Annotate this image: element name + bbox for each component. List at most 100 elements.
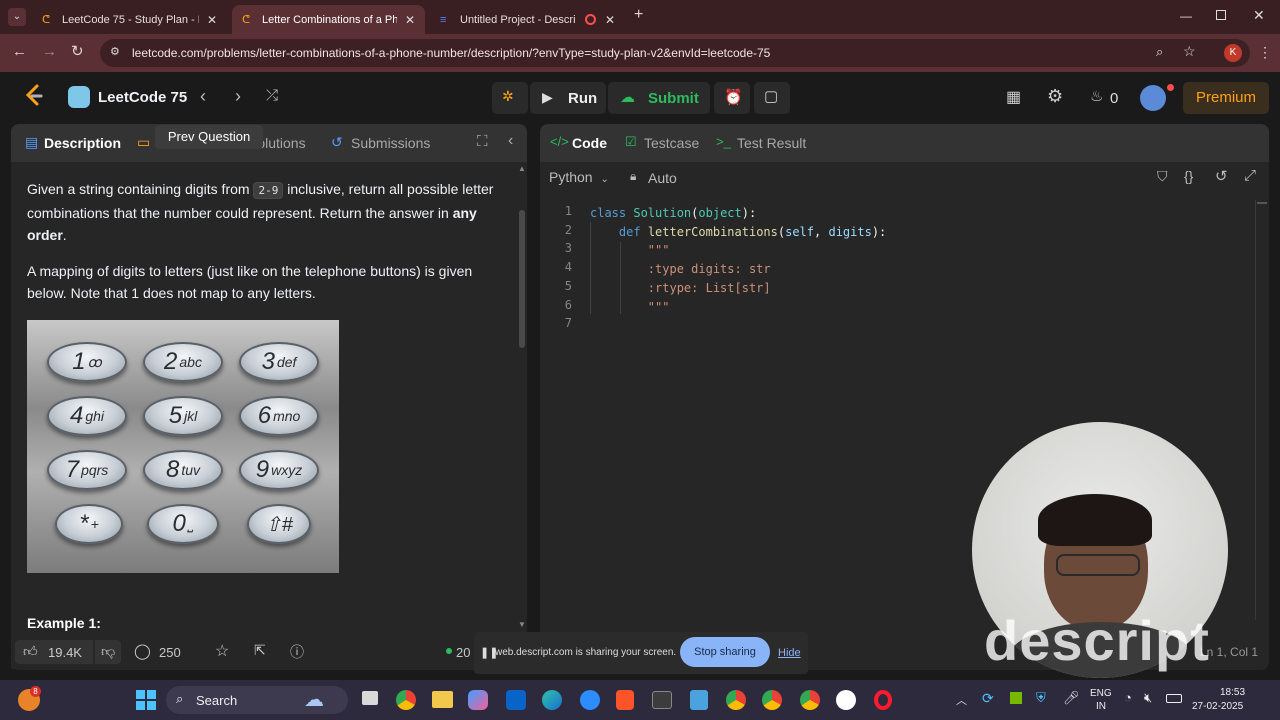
menu-icon[interactable]: ⋮: [1258, 44, 1272, 61]
leetcode-logo-icon[interactable]: [24, 84, 44, 108]
close-window-icon[interactable]: ✕: [1253, 7, 1265, 24]
editor-scrollbar[interactable]: [1255, 200, 1267, 620]
address-bar-row: ← → ↻ ⚙ leetcode.com/problems/letter-com…: [0, 34, 1280, 72]
favorite-star-icon[interactable]: ☆: [215, 641, 229, 661]
url-field[interactable]: ⚙ leetcode.com/problems/letter-combinati…: [100, 39, 1250, 67]
close-icon[interactable]: ✕: [605, 13, 615, 27]
chrome-third-icon[interactable]: [800, 690, 820, 710]
site-info-icon[interactable]: ⚙: [110, 45, 120, 58]
keypad-key-hash: ⇧#: [247, 504, 311, 544]
debug-button[interactable]: ✲: [492, 82, 528, 114]
tab-testcase[interactable]: Testcase: [644, 135, 699, 151]
terminal-taskbar-icon[interactable]: [652, 691, 672, 709]
scroll-down-arrow[interactable]: ▼: [518, 620, 526, 629]
submit-button[interactable]: ☁ Submit: [608, 82, 710, 114]
chrome-profile-icon[interactable]: [726, 690, 746, 710]
stop-sharing-button[interactable]: Stop sharing: [680, 637, 770, 667]
hide-link[interactable]: Hide: [778, 647, 801, 659]
description-footer: 👍︎ 19.4K 👎︎ ◯ 250 ☆ ⇱ ⓘ 20: [11, 635, 515, 669]
close-icon[interactable]: ✕: [207, 13, 217, 27]
forward-icon[interactable]: →: [42, 43, 57, 60]
opera-icon[interactable]: [874, 690, 892, 710]
help-icon[interactable]: ⓘ: [290, 642, 304, 662]
chrome-taskbar-icon[interactable]: [396, 690, 416, 710]
description-doc-icon: ▤: [25, 134, 39, 150]
reset-icon[interactable]: ↺: [1215, 167, 1228, 185]
share-icon[interactable]: ⇱: [254, 642, 266, 659]
notepad-icon[interactable]: [690, 690, 708, 710]
layout-icon[interactable]: ▦: [1006, 87, 1021, 107]
zoom-icon[interactable]: ⌕: [1156, 44, 1163, 60]
bookmark-icon[interactable]: ⛉: [1157, 168, 1168, 185]
notes-button[interactable]: ▢: [754, 82, 790, 114]
description-scrollbar[interactable]: ▲ ▼: [518, 164, 526, 664]
brave-icon[interactable]: [616, 690, 634, 710]
mapping-paragraph: A mapping of digits to letters (just lik…: [27, 263, 473, 301]
tab-letter-combinations[interactable]: ᕦ Letter Combinations of a Phone ✕: [232, 5, 425, 34]
scroll-up-arrow[interactable]: ▲: [518, 164, 526, 173]
back-icon[interactable]: ←: [12, 43, 27, 60]
wifi-icon[interactable]: ◔: [1124, 690, 1132, 705]
premium-button[interactable]: Premium: [1183, 82, 1269, 114]
tab-search-button[interactable]: ⌄: [8, 8, 26, 26]
reload-icon[interactable]: ↻: [71, 42, 84, 60]
task-view-icon[interactable]: [362, 691, 378, 705]
format-braces-icon[interactable]: {}: [1184, 168, 1193, 184]
scroll-thumb[interactable]: [519, 210, 525, 348]
wps-icon[interactable]: [836, 690, 856, 710]
tray-chevron-icon[interactable]: ︿: [956, 692, 967, 708]
tab-test-result[interactable]: Test Result: [737, 135, 806, 151]
defender-icon[interactable]: ⛨: [1036, 690, 1046, 706]
prev-question-icon[interactable]: ‹: [200, 86, 206, 107]
volume-muted-icon[interactable]: 🔇︎: [1144, 690, 1152, 706]
outlook-icon[interactable]: [506, 690, 526, 710]
collapse-chevron-icon[interactable]: ‹: [508, 132, 513, 150]
editorial-book-icon[interactable]: ▭: [137, 134, 150, 151]
minimize-icon[interactable]: —: [1180, 9, 1192, 23]
study-plan-title[interactable]: LeetCode 75: [98, 89, 187, 106]
zoom-icon[interactable]: [580, 690, 600, 710]
leetcode-header: LeetCode 75 ‹ › ⤮ ✲ ▶ Run ☁ Submit ⏰ ▢ ▦…: [0, 72, 1280, 122]
tab-leetcode-study-plan[interactable]: ᕦ LeetCode 75 - Study Plan - Leet ✕: [32, 5, 227, 34]
profile-avatar[interactable]: K: [1224, 44, 1242, 62]
tab-descript-project[interactable]: ≡ Untitled Project - Descript ✕: [430, 5, 625, 34]
next-question-icon[interactable]: ›: [235, 86, 241, 107]
edge-icon[interactable]: [542, 690, 562, 710]
maximize-icon[interactable]: [1216, 10, 1226, 20]
fullscreen-icon[interactable]: ⤢: [1244, 167, 1256, 184]
battery-icon[interactable]: [1166, 694, 1182, 703]
close-icon[interactable]: ✕: [405, 13, 415, 27]
nvidia-icon[interactable]: [1010, 692, 1022, 704]
language-select[interactable]: Python ⌄: [549, 169, 609, 185]
start-windows-icon[interactable]: [136, 690, 156, 710]
timer-button[interactable]: ⏰: [714, 82, 750, 114]
sync-icon[interactable]: ⟳: [982, 690, 994, 707]
lang-indicator-top[interactable]: ENG: [1090, 688, 1112, 699]
keypad-key-2: 2 abc: [143, 342, 223, 382]
mic-icon[interactable]: 🎤︎: [1063, 690, 1080, 706]
tab-description[interactable]: Description: [44, 135, 121, 151]
settings-gear-icon[interactable]: ⚙: [1047, 86, 1063, 107]
mode-label[interactable]: Auto: [648, 170, 677, 186]
streak-flame-icon[interactable]: ♨: [1090, 87, 1103, 105]
expand-icon[interactable]: ⛶: [477, 133, 488, 150]
new-tab-button[interactable]: +: [634, 6, 643, 24]
tab-submissions[interactable]: Submissions: [351, 135, 430, 151]
keypad-key-9: 9 wxyz: [239, 450, 319, 490]
bookmark-star-icon[interactable]: ☆: [1183, 43, 1196, 60]
clock-time[interactable]: 18:53: [1220, 687, 1245, 698]
copilot-icon[interactable]: [468, 690, 488, 710]
submit-label: Submit: [648, 90, 699, 107]
tab-code[interactable]: Code: [572, 135, 607, 151]
taskbar-search-box[interactable]: ⌕ Search ☁: [166, 686, 348, 714]
run-button[interactable]: ▶ Run: [530, 82, 606, 114]
prev-question-tooltip: Prev Question: [155, 125, 263, 149]
shuffle-icon[interactable]: ⤮: [266, 87, 278, 104]
file-explorer-icon[interactable]: [432, 691, 453, 708]
dislike-button[interactable]: 👎︎: [95, 640, 121, 664]
cloud-upload-icon: ☁: [620, 89, 635, 106]
like-button[interactable]: 👍︎ 19.4K: [15, 640, 93, 664]
user-avatar[interactable]: [1140, 85, 1166, 111]
comment-icon[interactable]: ◯: [134, 642, 151, 660]
chrome-alt-icon[interactable]: [762, 690, 782, 710]
